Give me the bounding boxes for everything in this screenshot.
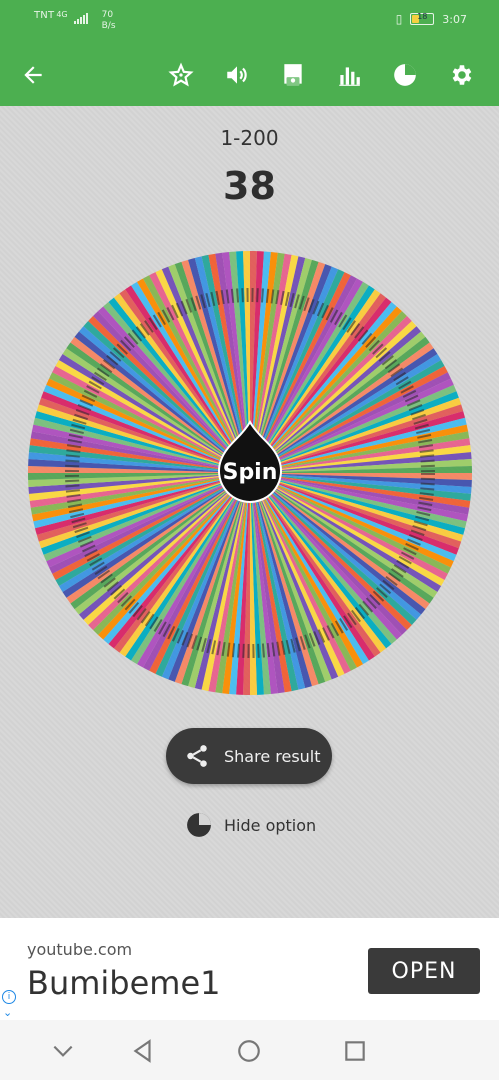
chevron-down-icon[interactable] xyxy=(50,1038,76,1064)
signal-icon xyxy=(73,12,88,24)
main-content: 1-200 38 Spin Share result Hide option xyxy=(0,106,499,918)
hide-option-label: Hide option xyxy=(224,815,317,835)
carrier-label: TNT xyxy=(34,10,55,21)
status-left: TNT 4G 70 B/s xyxy=(34,10,116,32)
pie-chart-icon xyxy=(187,813,211,837)
ad-chevron-icon[interactable]: ⌄ xyxy=(3,1006,12,1019)
battery-icon: 18 xyxy=(410,12,435,25)
bar-chart-icon[interactable] xyxy=(332,58,366,92)
back-arrow-icon[interactable] xyxy=(16,58,50,92)
back-triangle-icon[interactable] xyxy=(130,1038,156,1064)
result-number: 38 xyxy=(223,164,276,208)
speed-unit: B/s xyxy=(101,21,116,31)
status-right: ▯ 18 3:07 xyxy=(396,12,467,26)
vibrate-icon: ▯ xyxy=(395,12,403,26)
share-result-label: Share result xyxy=(224,746,321,766)
recent-apps-icon[interactable] xyxy=(342,1038,368,1064)
ad-open-button[interactable]: OPEN xyxy=(368,948,480,994)
save-icon[interactable] xyxy=(276,58,310,92)
network-type: 4G xyxy=(56,10,68,19)
range-label: 1-200 xyxy=(220,126,279,150)
volume-icon[interactable] xyxy=(220,58,254,92)
ad-banner[interactable]: youtube.com Bumibeme1 OPEN i ⌄ xyxy=(0,918,499,1020)
network-speed: 70 B/s xyxy=(102,10,116,32)
status-bar: TNT 4G 70 B/s ▯ 18 3:07 xyxy=(0,0,499,44)
spin-button[interactable] xyxy=(215,420,285,512)
speed-value: 70 xyxy=(101,10,114,20)
share-result-button[interactable]: Share result xyxy=(166,728,332,784)
app-bar xyxy=(0,44,499,106)
battery-level: 18 xyxy=(417,12,428,21)
home-circle-icon[interactable] xyxy=(236,1038,262,1064)
hide-option-button[interactable]: Hide option xyxy=(186,812,316,838)
ad-info-icon[interactable]: i xyxy=(2,990,16,1004)
pie-chart-icon[interactable] xyxy=(388,58,422,92)
ad-title[interactable]: Bumibeme1 xyxy=(27,964,221,1002)
share-icon xyxy=(187,745,207,767)
clock: 3:07 xyxy=(442,12,467,26)
star-icon[interactable] xyxy=(164,58,198,92)
settings-icon[interactable] xyxy=(444,58,478,92)
ad-url: youtube.com xyxy=(27,940,133,959)
spinner-wheel[interactable]: Spin xyxy=(27,250,473,696)
system-nav-bar xyxy=(0,1020,499,1080)
